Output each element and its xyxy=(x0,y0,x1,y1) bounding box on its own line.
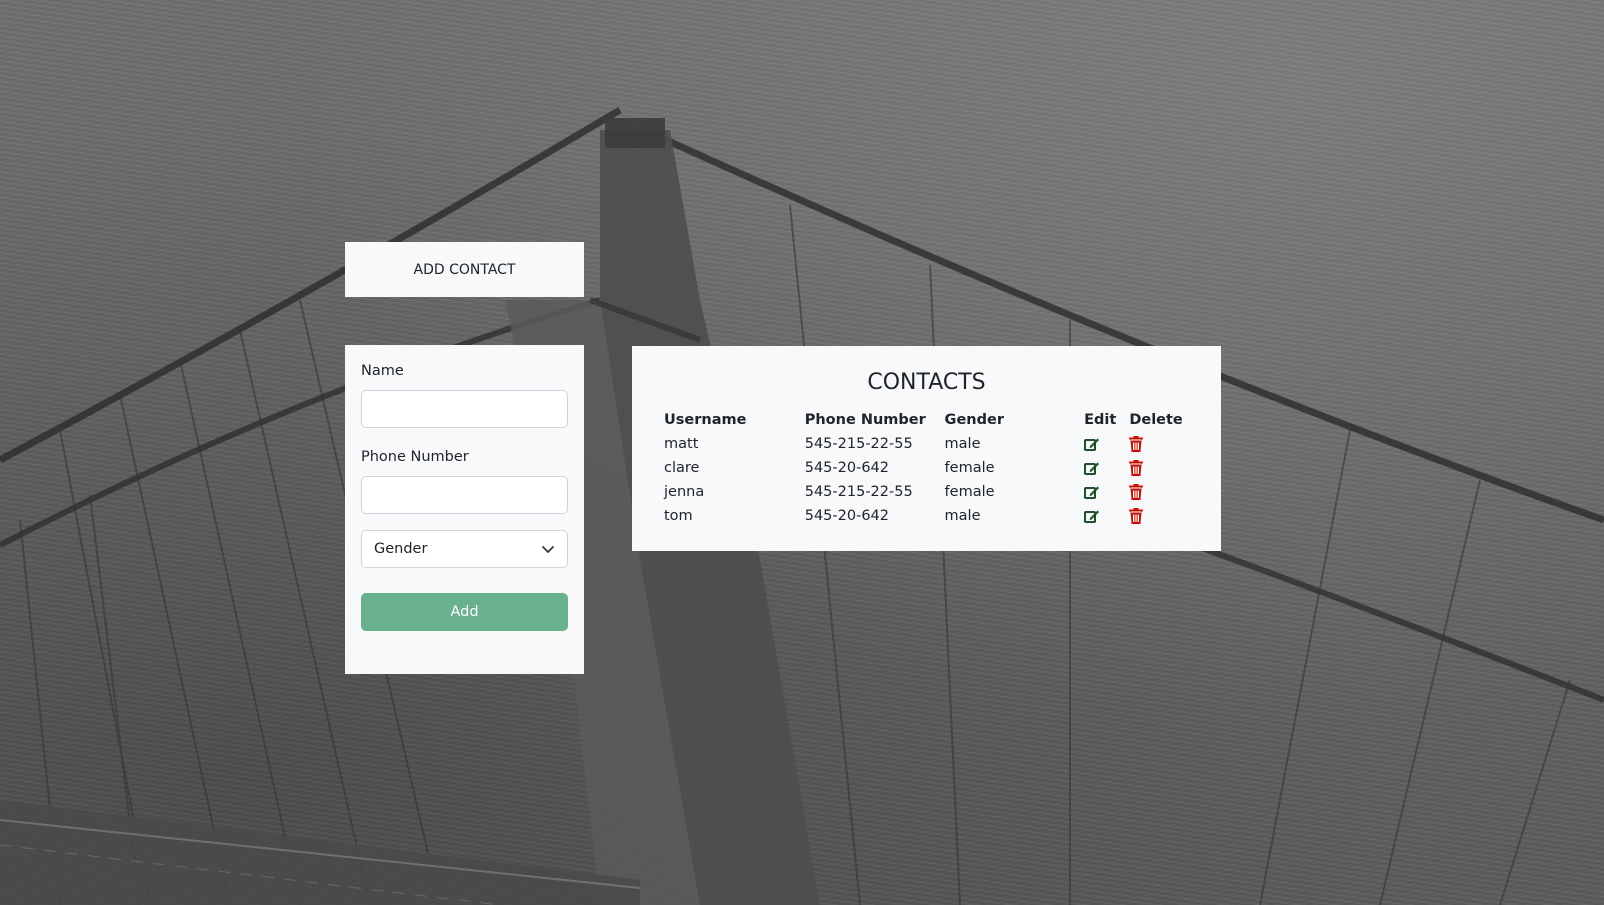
edit-icon[interactable] xyxy=(1084,504,1129,528)
add-contact-header: ADD CONTACT xyxy=(345,242,584,297)
edit-icon[interactable] xyxy=(1084,456,1129,480)
column-header-edit: Edit xyxy=(1084,412,1117,428)
phone-number-input[interactable] xyxy=(361,476,568,514)
table-header-row: Username Phone Number Gender Edit Delete xyxy=(664,408,1189,432)
contacts-panel: CONTACTS Username Phone Number Gender Ed… xyxy=(632,346,1221,551)
add-button[interactable]: Add xyxy=(361,593,568,631)
table-row: matt 545-215-22-55 male xyxy=(664,432,1189,456)
trash-icon[interactable] xyxy=(1129,456,1189,480)
edit-icon[interactable] xyxy=(1084,480,1129,504)
phone-cell: 545-20-642 xyxy=(804,460,890,476)
phone-cell: 545-20-642 xyxy=(804,508,890,524)
phone-number-label: Phone Number xyxy=(361,449,469,465)
name-label: Name xyxy=(361,363,404,379)
name-input[interactable] xyxy=(361,390,568,428)
contacts-table: Username Phone Number Gender Edit Delete… xyxy=(664,408,1189,528)
add-contact-form: Name Phone Number Gender Add xyxy=(345,345,584,674)
table-row: tom 545-20-642 male xyxy=(664,504,1189,528)
table-row: jenna 545-215-22-55 female xyxy=(664,480,1189,504)
phone-cell: 545-215-22-55 xyxy=(804,484,913,500)
chevron-down-icon xyxy=(541,542,555,556)
column-header-username: Username xyxy=(664,412,747,428)
column-header-delete: Delete xyxy=(1129,412,1183,428)
gender-select[interactable]: Gender xyxy=(361,530,568,568)
phone-cell: 545-215-22-55 xyxy=(804,436,913,452)
table-row: clare 545-20-642 female xyxy=(664,456,1189,480)
edit-icon[interactable] xyxy=(1084,432,1129,456)
column-header-gender: Gender xyxy=(944,412,1004,428)
trash-icon[interactable] xyxy=(1129,504,1189,528)
trash-icon[interactable] xyxy=(1129,480,1189,504)
username-cell: jenna xyxy=(664,484,705,500)
add-contact-title: ADD CONTACT xyxy=(413,261,516,278)
column-header-phone-number: Phone Number xyxy=(804,412,926,428)
gender-cell: female xyxy=(944,484,995,500)
contacts-title: CONTACTS xyxy=(867,370,986,395)
username-cell: matt xyxy=(664,436,699,452)
gender-select-value: Gender xyxy=(374,541,428,557)
gender-cell: male xyxy=(944,436,981,452)
gender-cell: female xyxy=(944,460,995,476)
username-cell: clare xyxy=(664,460,700,476)
gender-cell: male xyxy=(944,508,981,524)
username-cell: tom xyxy=(664,508,693,524)
trash-icon[interactable] xyxy=(1129,432,1189,456)
